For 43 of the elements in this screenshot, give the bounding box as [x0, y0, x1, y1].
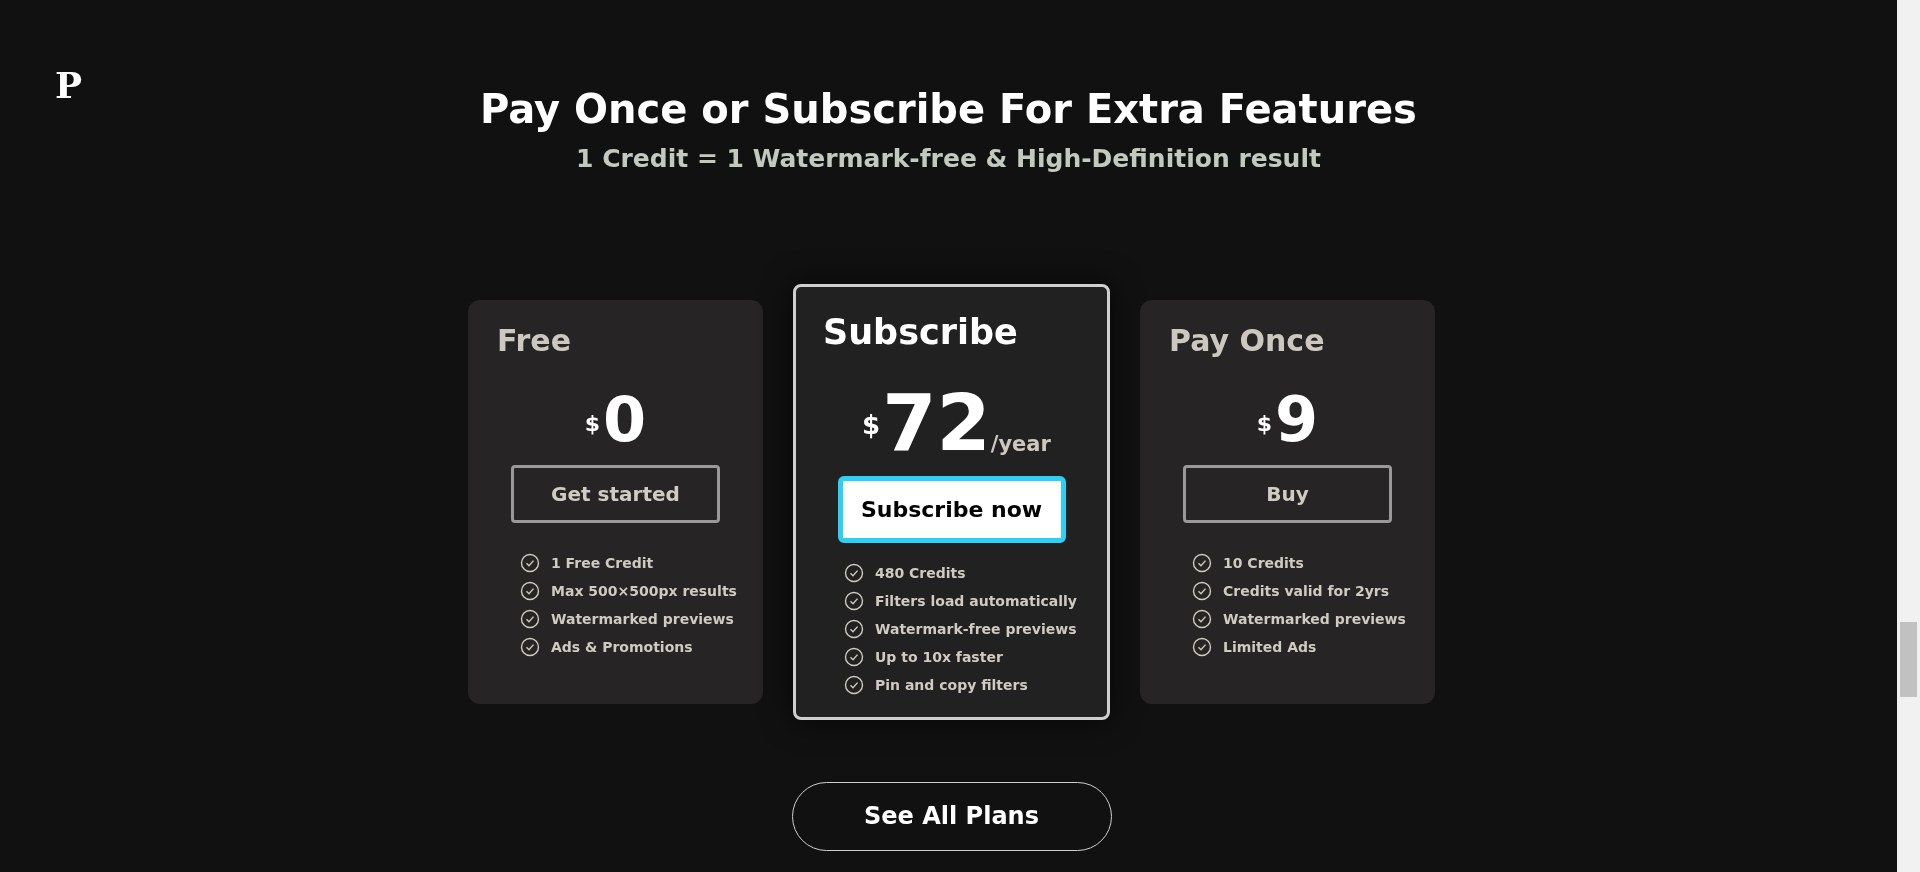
plan-name: Pay Once [1169, 321, 1326, 359]
check-circle-icon [844, 675, 864, 696]
feature-text: Filters load automatically [875, 591, 1077, 611]
page-title: Pay Once or Subscribe For Extra Features [480, 85, 1417, 134]
billing-period: /year [990, 430, 1051, 458]
plan-button[interactable]: Get started [511, 465, 720, 523]
check-circle-icon [1192, 553, 1212, 573]
feature-text: Watermark-free previews [875, 619, 1077, 639]
check-circle-icon [1192, 637, 1212, 657]
check-circle-icon [520, 553, 540, 573]
plan-name: Subscribe [823, 310, 1019, 354]
check-circle-icon [844, 563, 864, 584]
feature-text: 480 Credits [875, 563, 966, 583]
check-circle-icon [520, 581, 540, 601]
feature-text: Limited Ads [1223, 637, 1317, 657]
currency-symbol: $ [862, 409, 881, 443]
feature-text: Credits valid for 2yrs [1223, 581, 1390, 601]
feature-text: Pin and copy filters [875, 675, 1028, 695]
price-amount: 0 [603, 389, 647, 451]
feature-text: Ads & Promotions [551, 637, 693, 657]
check-circle-icon [844, 647, 864, 668]
currency-symbol: $ [1256, 410, 1273, 438]
check-circle-icon [520, 637, 540, 657]
check-circle-icon [520, 609, 540, 629]
page-subtitle: 1 Credit = 1 Watermark-free & High-Definition result [576, 143, 1321, 175]
feature-text: Max 500×500px results [551, 581, 737, 601]
logo[interactable]: P [55, 58, 83, 112]
check-circle-icon [844, 591, 864, 612]
scrollbar[interactable] [1897, 0, 1920, 872]
plan-name: Free [497, 321, 573, 359]
price-amount: 72 [882, 384, 991, 463]
price-amount: 9 [1275, 389, 1319, 451]
plan-button[interactable]: Subscribe now [837, 476, 1066, 544]
feature-text: Watermarked previews [551, 609, 734, 629]
feature-text: Up to 10x faster [875, 647, 1003, 667]
feature-text: 1 Free Credit [551, 553, 654, 573]
currency-symbol: $ [584, 410, 601, 438]
plan-button[interactable]: Buy [1183, 465, 1392, 523]
check-circle-icon [1192, 609, 1212, 629]
feature-text: Watermarked previews [1223, 609, 1406, 629]
feature-text: 10 Credits [1223, 553, 1304, 573]
check-circle-icon [1192, 581, 1212, 601]
check-circle-icon [844, 619, 864, 640]
